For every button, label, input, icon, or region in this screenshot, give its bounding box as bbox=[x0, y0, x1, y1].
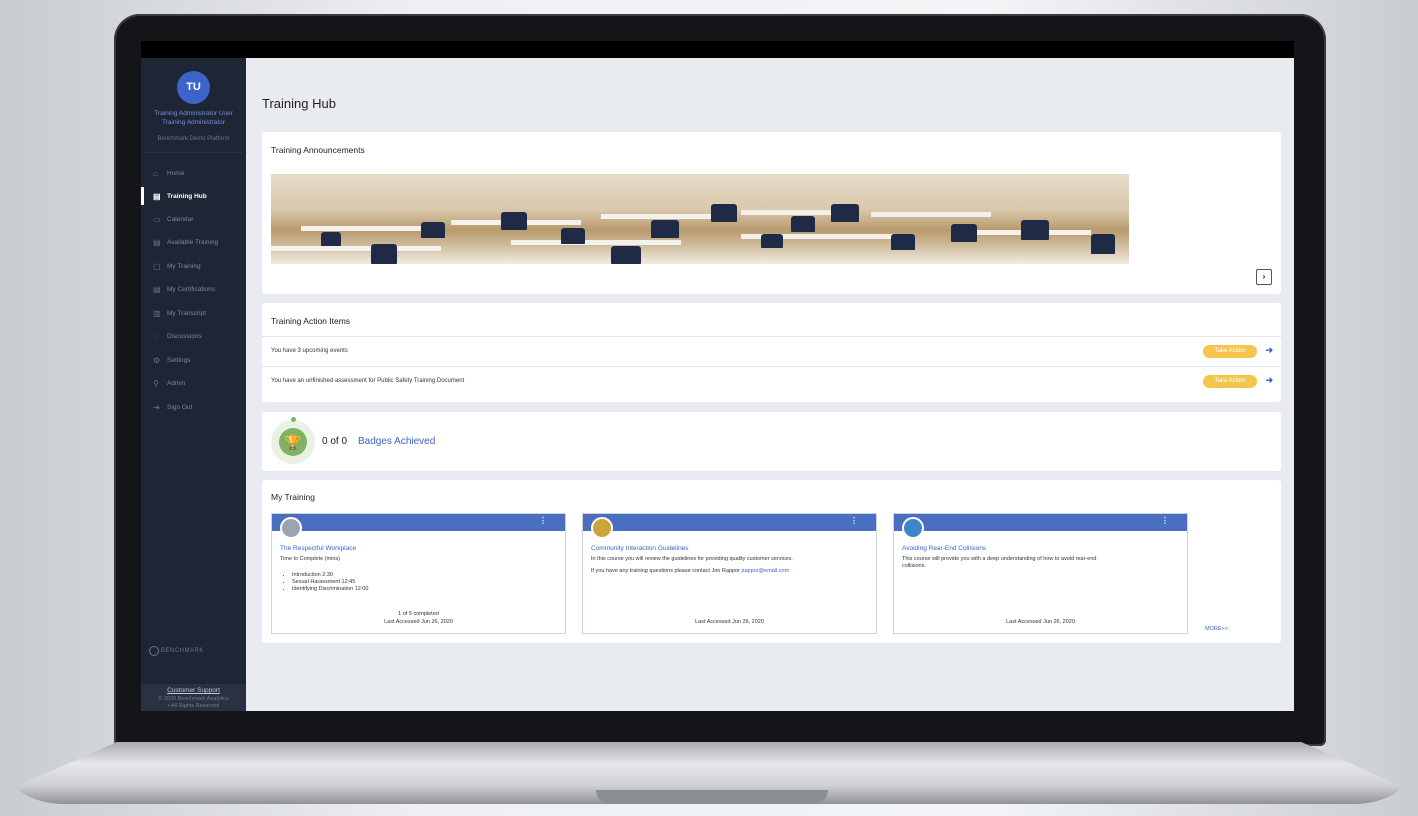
sidebar-item-training-hub[interactable]: ▤ Training Hub bbox=[141, 187, 246, 205]
course-contact: If you have any training questions pleas… bbox=[591, 568, 790, 574]
top-bar bbox=[141, 41, 1294, 58]
contact-email-link[interactable]: jrappor@email.com bbox=[741, 568, 789, 574]
copyright: © 2020 Benchmark Analytics • All Rights … bbox=[158, 696, 229, 709]
course-title[interactable]: Community Interaction Guidelines bbox=[591, 545, 689, 552]
sidebar-item-my-training[interactable]: ▢ My Training bbox=[141, 257, 246, 275]
sidebar-item-label: Discussions bbox=[167, 332, 202, 340]
arrow-right-icon[interactable]: ➜ bbox=[1265, 345, 1273, 356]
sidebar-item-available-training[interactable]: ▤ Available Training bbox=[141, 233, 246, 251]
action-text: You have 3 upcoming events bbox=[271, 348, 348, 354]
my-training-title: My Training bbox=[271, 492, 315, 502]
avatar[interactable]: TU bbox=[177, 71, 210, 104]
announcements-card: Training Announcements › bbox=[262, 132, 1281, 294]
course-progress: 1 of 5 completed bbox=[398, 611, 439, 617]
announcement-banner-image[interactable] bbox=[271, 174, 1129, 264]
sidebar: TU Training Administrator User Training … bbox=[141, 58, 246, 711]
course-thumbnail bbox=[902, 517, 924, 539]
course-thumbnail bbox=[591, 517, 613, 539]
take-action-button[interactable]: Take Action bbox=[1203, 345, 1257, 358]
main-content: Training Hub Training Announcements › Tr… bbox=[246, 58, 1294, 711]
course-subtitle: Time to Complete (mins) bbox=[280, 556, 341, 562]
settings-icon: ⚙ bbox=[153, 355, 161, 365]
kebab-menu-icon[interactable]: ⋮ bbox=[539, 516, 547, 525]
user-role: Training Administrator bbox=[162, 119, 225, 126]
laptop-chin bbox=[118, 713, 1304, 743]
discussions-icon: ◌ bbox=[153, 331, 158, 341]
last-accessed: Last Accessed Jun 26, 2020 bbox=[384, 619, 453, 625]
sidebar-item-label: Home bbox=[167, 169, 185, 177]
screen: TU Training Administrator User Training … bbox=[141, 41, 1294, 711]
sidebar-item-label: Sign Out bbox=[167, 403, 193, 411]
list-item: Identifying Discrimination 12:00 bbox=[292, 586, 368, 593]
sidebar-item-label: My Transcript bbox=[167, 309, 207, 317]
sidebar-item-settings[interactable]: ⚙ Settings bbox=[141, 351, 246, 369]
badge-progress-ring: 🏆 bbox=[271, 417, 315, 464]
home-icon: ⌂ bbox=[153, 168, 158, 178]
arrow-right-icon[interactable]: ➜ bbox=[1265, 375, 1273, 386]
sidebar-item-label: Admin bbox=[167, 379, 186, 387]
sidebar-item-label: My Certifications bbox=[167, 285, 216, 293]
kebab-menu-icon[interactable]: ⋮ bbox=[850, 516, 858, 525]
support-footer: Customer Support © 2020 Benchmark Analyt… bbox=[141, 684, 246, 711]
course-description-cont: collisions. bbox=[902, 563, 926, 569]
hub-icon: ▤ bbox=[153, 191, 161, 201]
last-accessed: Last Accessed Jun 26, 2020 bbox=[1006, 619, 1075, 625]
my-training-icon: ▢ bbox=[153, 261, 161, 271]
course-module-list: Introduction 2:30 Sexual Harassment 12:4… bbox=[292, 572, 368, 593]
badges-card: 🏆 0 of 0 Badges Achieved bbox=[262, 412, 1281, 471]
carousel-next-button[interactable]: › bbox=[1256, 269, 1272, 285]
list-item: Introduction 2:30 bbox=[292, 572, 368, 579]
action-items-card: Training Action Items You have 3 upcomin… bbox=[262, 303, 1281, 402]
laptop-notch bbox=[596, 790, 828, 804]
sidebar-item-label: Available Training bbox=[167, 238, 219, 246]
available-training-icon: ▤ bbox=[153, 237, 161, 247]
take-action-button[interactable]: Take Action bbox=[1203, 375, 1257, 388]
certifications-icon: ▤ bbox=[153, 284, 161, 294]
admin-icon: ⚲ bbox=[153, 378, 159, 388]
calendar-icon: ▭ bbox=[153, 214, 161, 224]
sidebar-item-label: Training Hub bbox=[167, 192, 207, 200]
sidebar-item-my-transcript[interactable]: ▥ My Transcript bbox=[141, 304, 246, 322]
list-item: Sexual Harassment 12:45 bbox=[292, 579, 368, 586]
action-row: You have 3 upcoming events Take Action ➜ bbox=[262, 336, 1281, 366]
course-thumbnail bbox=[280, 517, 302, 539]
course-card[interactable]: ⋮ Avoiding Rear-End Collisions This cour… bbox=[893, 513, 1188, 634]
trophy-icon: 🏆 bbox=[279, 428, 307, 456]
badges-achieved-link[interactable]: Badges Achieved bbox=[358, 436, 435, 447]
customer-support-link[interactable]: Customer Support bbox=[141, 687, 246, 694]
page-title: Training Hub bbox=[262, 96, 336, 111]
sidebar-item-sign-out[interactable]: ⇥ Sign Out bbox=[141, 398, 246, 416]
sidebar-item-label: Calendar bbox=[167, 215, 194, 223]
course-card[interactable]: ⋮ Community Interaction Guidelines In th… bbox=[582, 513, 877, 634]
last-accessed: Last Accessed Jun 26, 2020 bbox=[695, 619, 764, 625]
sidebar-item-admin[interactable]: ⚲ Admin bbox=[141, 374, 246, 392]
sidebar-item-discussions[interactable]: ◌ Discussions bbox=[141, 327, 246, 345]
action-row: You have an unfinished assessment for Pu… bbox=[262, 366, 1281, 396]
sign-out-icon: ⇥ bbox=[153, 402, 160, 412]
transcript-icon: ▥ bbox=[153, 308, 161, 318]
course-card[interactable]: ⋮ The Respectful Workplace Time to Compl… bbox=[271, 513, 566, 634]
course-description: This course will provide you with a deep… bbox=[902, 556, 1097, 562]
badge-count: 0 of 0 bbox=[322, 436, 348, 447]
course-description: In this course you will review the guide… bbox=[591, 556, 793, 562]
sidebar-item-my-certifications[interactable]: ▤ My Certifications bbox=[141, 280, 246, 298]
org-name: Benchmark Demo Platform bbox=[157, 136, 230, 142]
logo-ring-icon bbox=[149, 646, 159, 656]
more-link[interactable]: MORE>> bbox=[1205, 626, 1228, 632]
kebab-menu-icon[interactable]: ⋮ bbox=[1161, 516, 1169, 525]
sidebar-item-label: Settings bbox=[167, 356, 191, 364]
sidebar-item-label: My Training bbox=[167, 262, 201, 270]
announcements-title: Training Announcements bbox=[271, 145, 365, 155]
my-training-card: My Training ⋮ The Respectful Workplace T… bbox=[262, 480, 1281, 643]
benchmark-logo: BENCHMARK bbox=[149, 646, 204, 656]
action-items-title: Training Action Items bbox=[271, 316, 351, 326]
sidebar-item-calendar[interactable]: ▭ Calendar bbox=[141, 210, 246, 228]
course-title[interactable]: Avoiding Rear-End Collisions bbox=[902, 545, 986, 552]
course-title[interactable]: The Respectful Workplace bbox=[280, 545, 356, 552]
sidebar-item-home[interactable]: ⌂ Home bbox=[141, 164, 246, 182]
user-name: Training Administrator User bbox=[154, 110, 233, 117]
action-text: You have an unfinished assessment for Pu… bbox=[271, 378, 465, 384]
sidebar-divider bbox=[145, 152, 242, 153]
